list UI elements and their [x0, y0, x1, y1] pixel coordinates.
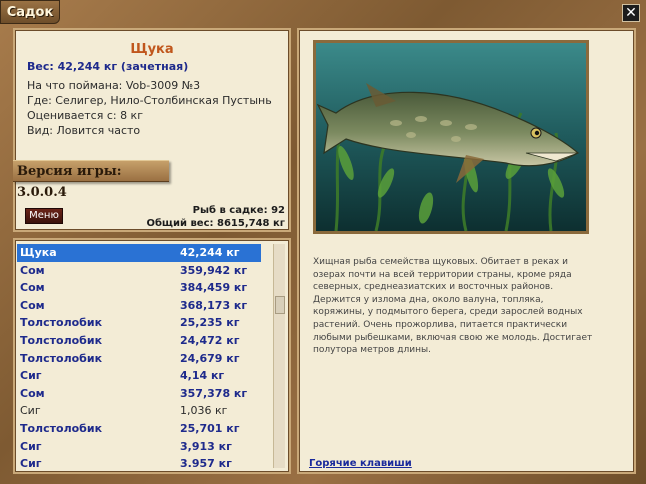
catch-list-row[interactable]: Толстолобик 24,472 кг [17, 332, 261, 350]
catch-fish-name: Сиг [20, 457, 42, 471]
caught-where: Где: Селигер, Нило-Столбинская Пустынь [27, 94, 272, 107]
catch-fish-weight: 384,459 кг [180, 281, 248, 295]
window-title: Садок [0, 0, 60, 24]
catch-list-row[interactable]: Сиг 4,14 кг [17, 367, 261, 385]
catch-fish-name: Сом [20, 298, 45, 312]
catch-list: Щука 42,244 кг Сом 359,942 кг Сом 384,459 кг С… [17, 244, 261, 473]
catch-fish-weight: 24,679 кг [180, 351, 240, 365]
fish-description-panel: Хищная рыба семейства щуковых. Обитает в… [297, 28, 636, 474]
game-window: Садок ✕ Щука Вес: 42,244 кг (зачетная) Н… [0, 0, 646, 484]
catch-fish-name: Толстолобик [20, 316, 103, 330]
fish-details: На что поймана: Vob-3009 №3 Где: Селигер… [27, 78, 272, 138]
catch-fish-name: Толстолобик [20, 333, 103, 347]
catch-list-row[interactable]: Толстолобик 25,235 кг [17, 314, 261, 332]
catch-fish-weight: 42,244 кг [180, 246, 240, 259]
catch-fish-name: Сом [20, 281, 45, 295]
catch-list-row[interactable]: Сом 384,459 кг [17, 279, 261, 297]
hotkeys-link[interactable]: Горячие клавиши [309, 458, 412, 469]
catch-fish-weight: 1,036 кг [180, 404, 228, 418]
catch-fish-name: Сом [20, 263, 45, 277]
catch-list-row[interactable]: Толстолобик 24,679 кг [17, 350, 261, 368]
catch-fish-name: Щука [20, 246, 57, 259]
keepnet-stats: Рыб в садке: 92 Общий вес: 8615,748 кг [146, 204, 285, 230]
game-version-banner: Версия игры: 3.0.0.4 [13, 160, 169, 200]
species-frequency: Вид: Ловится часто [27, 124, 141, 137]
catch-fish-weight: 3,913 кг [180, 439, 232, 453]
catch-list-row[interactable]: Сом 368,173 кг [17, 297, 261, 315]
close-button[interactable]: ✕ [622, 4, 640, 22]
catch-fish-weight: 4,14 кг [180, 369, 225, 383]
catch-list-row[interactable]: Сом 357,378 кг [17, 385, 261, 403]
catch-list-row[interactable]: Толстолобик 25,701 кг [17, 420, 261, 438]
catch-list-row[interactable]: Сиг 3,913 кг [17, 438, 261, 456]
catch-list-row[interactable]: Сиг 3.957 кг [17, 455, 261, 473]
catch-fish-name: Сиг [20, 404, 41, 418]
scrollbar-thumb[interactable] [275, 296, 285, 314]
catch-fish-name: Сиг [20, 369, 42, 383]
menu-button[interactable]: Меню [25, 208, 63, 224]
catch-fish-name: Сиг [20, 439, 42, 453]
catch-list-row[interactable]: Щука 42,244 кг [17, 244, 261, 262]
catch-fish-name: Сом [20, 386, 45, 400]
catch-fish-weight: 359,942 кг [180, 263, 248, 277]
fish-count: Рыб в садке: 92 [192, 205, 285, 216]
catch-fish-weight: 24,472 кг [180, 333, 240, 347]
catch-fish-weight: 25,701 кг [180, 421, 240, 435]
fish-photo [313, 40, 589, 234]
catch-fish-weight: 25,235 кг [180, 316, 240, 330]
valued-from: Оценивается с: 8 кг [27, 109, 143, 122]
catch-fish-weight: 357,378 кг [180, 386, 248, 400]
fish-weight: Вес: 42,244 кг (зачетная) [27, 60, 189, 73]
catch-list-row[interactable]: Сиг 1,036 кг [17, 402, 261, 420]
catch-list-panel: Щука 42,244 кг Сом 359,942 кг Сом 384,459 кг С… [13, 238, 291, 474]
total-weight: Общий вес: 8615,748 кг [146, 218, 285, 229]
catch-fish-name: Толстолобик [20, 351, 103, 365]
pike-underwater-image [316, 43, 586, 231]
catch-fish-name: Толстолобик [20, 421, 103, 435]
caught-with: На что поймана: Vob-3009 №3 [27, 79, 201, 92]
catch-fish-weight: 368,173 кг [180, 298, 248, 312]
catch-fish-weight: 3.957 кг [180, 457, 232, 471]
fish-name: Щука [130, 42, 174, 57]
fish-description: Хищная рыба семейства щуковых. Обитает в… [313, 257, 593, 356]
list-scrollbar[interactable] [273, 244, 285, 468]
catch-list-row[interactable]: Сом 359,942 кг [17, 262, 261, 280]
close-icon: ✕ [625, 5, 637, 21]
